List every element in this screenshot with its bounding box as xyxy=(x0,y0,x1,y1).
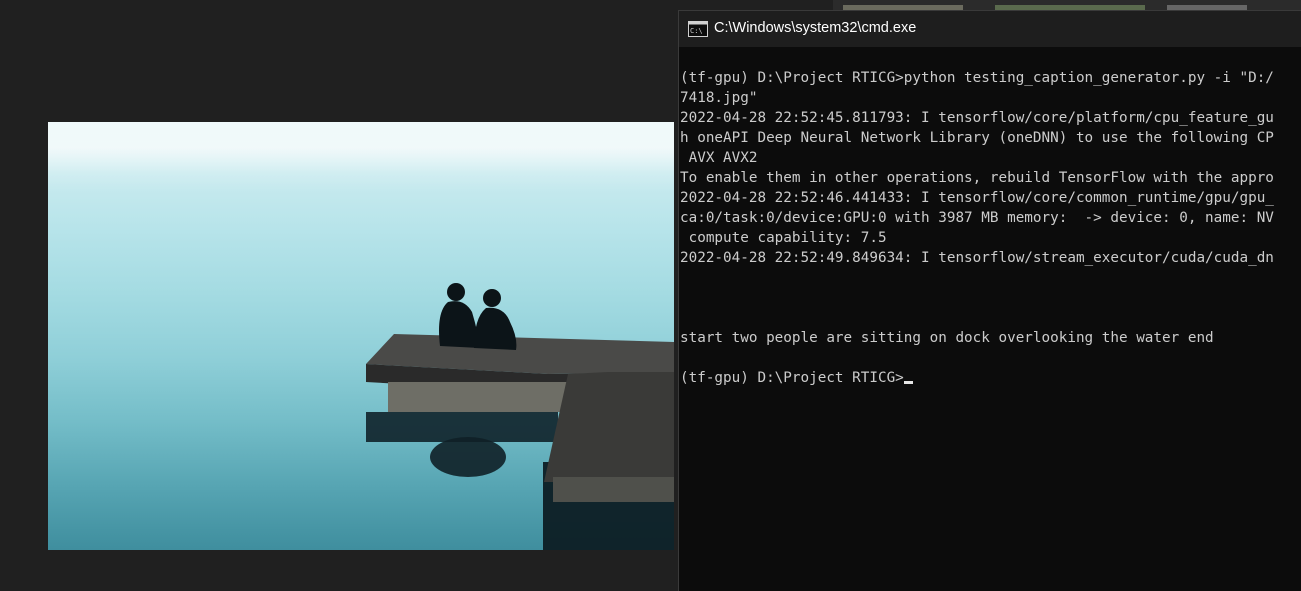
command-prompt-line[interactable]: (tf-gpu) D:\Project RTICG> xyxy=(680,368,1301,388)
window-titlebar[interactable]: C:\ C:\Windows\system32\cmd.exe xyxy=(679,11,1301,47)
console-line: 2022-04-28 22:52:45.811793: I tensorflow… xyxy=(680,110,1274,126)
console-line: (tf-gpu) D:\Project RTICG>python testing… xyxy=(680,70,1274,86)
console-line: 2022-04-28 22:52:46.441433: I tensorflow… xyxy=(680,190,1274,206)
console-line: compute capability: 7.5 xyxy=(680,230,887,246)
cmd-window[interactable]: C:\ C:\Windows\system32\cmd.exe (tf-gpu)… xyxy=(678,10,1301,591)
text-cursor xyxy=(903,381,913,384)
console-line: ca:0/task:0/device:GPU:0 with 3987 MB me… xyxy=(680,210,1274,226)
svg-text:C:\: C:\ xyxy=(690,27,703,35)
dock-extension-base xyxy=(553,477,674,502)
dock-scene-illustration xyxy=(366,283,674,550)
console-line: AVX AVX2 xyxy=(680,150,758,166)
console-line: To enable them in other operations, rebu… xyxy=(680,170,1274,186)
people-silhouette xyxy=(439,283,517,350)
cmd-icon: C:\ xyxy=(688,21,708,37)
people-reflection xyxy=(430,437,506,477)
captioned-photo xyxy=(48,122,674,550)
command-prompt: (tf-gpu) D:\Project RTICG> xyxy=(680,370,904,386)
dock-base xyxy=(388,382,568,412)
console-line: 7418.jpg" xyxy=(680,90,758,106)
caption-output-line: start two people are sitting on dock ove… xyxy=(680,330,1214,346)
console-line: h oneAPI Deep Neural Network Library (on… xyxy=(680,130,1274,146)
console-line: 2022-04-28 22:52:49.849634: I tensorflow… xyxy=(680,250,1274,266)
window-title: C:\Windows\system32\cmd.exe xyxy=(714,20,917,36)
console-output[interactable]: (tf-gpu) D:\Project RTICG>python testing… xyxy=(680,68,1301,588)
